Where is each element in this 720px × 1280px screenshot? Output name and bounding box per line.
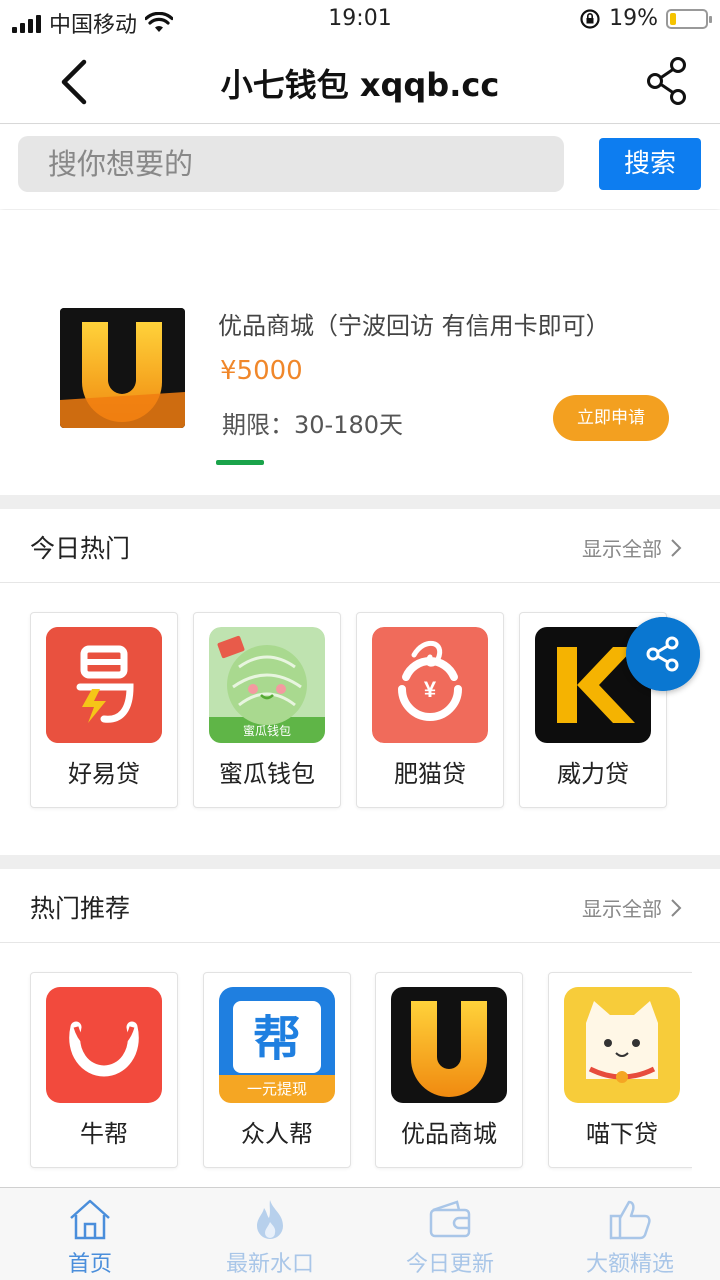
youpin-logo (60, 308, 185, 428)
tab-label: 首页 (67, 1252, 112, 1277)
section-title: 热门推荐 (30, 894, 131, 923)
page-title: 小七钱包 xqqb.cc (220, 66, 500, 104)
app-card[interactable]: 喵下贷 (548, 972, 692, 1168)
zhongrenbang-logo: 帮 一元提现 (219, 987, 335, 1103)
search-bar: 搜你想要的 搜索 (0, 125, 720, 209)
tab-label: 最新水口 (225, 1252, 314, 1277)
app-card[interactable]: 帮 一元提现 众人帮 (203, 972, 351, 1168)
section-divider (0, 495, 720, 509)
search-input[interactable]: 搜你想要的 (18, 136, 564, 192)
floating-share-icon[interactable] (626, 617, 700, 691)
app-name: 蜜瓜钱包 (219, 760, 315, 788)
today-hot-header: 今日热门 显示全部 (0, 509, 720, 583)
share-icon[interactable] (642, 54, 692, 108)
app-name: 喵下贷 (586, 1120, 658, 1148)
status-right: 19% (579, 6, 712, 31)
app-name: 好易贷 (68, 760, 140, 788)
svg-text:¥: ¥ (424, 677, 437, 702)
svg-text:蜜瓜钱包: 蜜瓜钱包 (243, 723, 291, 738)
featured-banner[interactable]: 优品商城（宁波回访 有信用卡即可） ¥5000 期限：30-180天 立即申请 (0, 210, 720, 495)
app-card[interactable]: ¥ 肥猫贷 (356, 612, 504, 808)
today-hot-list: 好易贷 蜜瓜钱包 蜜瓜钱包 ¥ 肥猫贷 威力贷 (0, 583, 720, 855)
hot-recommend-header: 热门推荐 显示全部 (0, 869, 720, 943)
show-all-link[interactable]: 显示全部 (582, 533, 682, 562)
niubang-logo (46, 987, 162, 1103)
app-name: 牛帮 (80, 1120, 128, 1148)
melon-wallet-logo: 蜜瓜钱包 (209, 627, 325, 743)
feimao-logo: ¥ (372, 627, 488, 743)
svg-text:帮: 帮 (253, 1013, 301, 1066)
section-divider (0, 855, 720, 869)
battery-percent: 19% (609, 6, 658, 31)
app-name: 肥猫贷 (394, 760, 466, 788)
wallet-icon (429, 1200, 471, 1238)
tab-home[interactable]: 首页 (0, 1188, 180, 1280)
app-name: 威力贷 (557, 760, 629, 788)
tab-label: 大额精选 (585, 1252, 674, 1277)
tab-label: 今日更新 (405, 1252, 494, 1277)
chevron-right-icon (671, 898, 682, 917)
zhongrenbang-badge: 一元提现 (246, 1080, 307, 1098)
search-button[interactable]: 搜索 (599, 138, 701, 190)
section-title: 今日热门 (30, 534, 131, 563)
chevron-right-icon (671, 538, 682, 557)
banner-amount: ¥5000 (220, 356, 303, 386)
show-all-label: 显示全部 (582, 897, 662, 921)
app-name: 众人帮 (241, 1120, 313, 1148)
hot-recommend-list: 牛帮 帮 一元提现 众人帮 优品商城 喵下贷 (0, 943, 692, 1187)
nav-bar: 小七钱包 xqqb.cc (0, 40, 720, 124)
tab-latest[interactable]: 最新水口 (180, 1188, 360, 1280)
show-all-link[interactable]: 显示全部 (582, 893, 682, 922)
status-bar: 中国移动 19:01 19% (0, 0, 720, 40)
thumbs-up-icon (609, 1200, 651, 1240)
banner-title: 优品商城（宁波回访 有信用卡即可） (218, 312, 610, 340)
app-name: 优品商城 (401, 1120, 497, 1148)
app-card[interactable]: 好易贷 (30, 612, 178, 808)
chevron-left-icon[interactable] (50, 56, 98, 108)
cat-logo (564, 987, 680, 1103)
tab-today-update[interactable]: 今日更新 (360, 1188, 540, 1280)
battery-icon (666, 8, 712, 29)
home-icon (70, 1199, 110, 1240)
app-card[interactable]: 蜜瓜钱包 蜜瓜钱包 (193, 612, 341, 808)
tab-large-amount[interactable]: 大额精选 (540, 1188, 720, 1280)
bottom-tab-bar: 首页 最新水口 今日更新 大额精选 (0, 1187, 720, 1280)
banner-term: 期限：30-180天 (222, 411, 404, 439)
youpin-logo (391, 987, 507, 1103)
app-card[interactable]: 优品商城 (375, 972, 523, 1168)
rotation-lock-icon (580, 8, 600, 29)
flame-icon (257, 1200, 283, 1239)
app-card[interactable]: 牛帮 (30, 972, 178, 1168)
banner-page-indicator (216, 460, 264, 465)
haoyidai-logo (46, 627, 162, 743)
show-all-label: 显示全部 (582, 537, 662, 561)
apply-button[interactable]: 立即申请 (553, 395, 669, 441)
